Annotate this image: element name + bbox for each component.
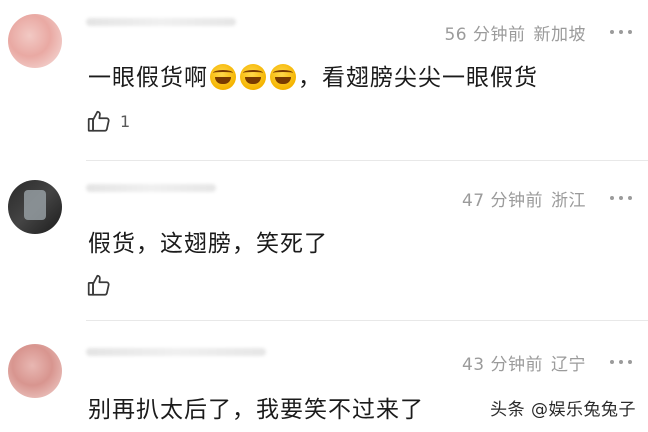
rolling-on-floor-laughing-emoji — [240, 64, 266, 90]
avatar[interactable] — [8, 14, 62, 68]
like-button[interactable] — [86, 272, 112, 298]
more-options-icon[interactable] — [610, 359, 632, 365]
comment-text: 一眼假货啊 ，看翅膀尖尖一眼假货 — [88, 64, 538, 91]
divider — [86, 160, 648, 161]
comment-meta: 56 分钟前 新加坡 — [444, 20, 586, 45]
comment-time: 56 分钟前 — [444, 25, 526, 45]
comment-location: 新加坡 — [533, 25, 586, 45]
username-blurred[interactable] — [86, 184, 216, 192]
thumbs-up-icon — [87, 274, 110, 296]
comment-time: 47 分钟前 — [461, 191, 543, 211]
thumbs-up-icon — [87, 110, 110, 132]
more-options-icon[interactable] — [610, 195, 632, 201]
comment-meta: 43 分钟前 辽宁 — [462, 350, 586, 375]
divider — [86, 320, 648, 321]
rolling-on-floor-laughing-emoji — [270, 64, 296, 90]
avatar[interactable] — [8, 344, 62, 398]
comment-text: 别再扒太后了，我要笑不过来了 — [88, 397, 424, 423]
more-options-icon[interactable] — [610, 29, 632, 35]
comment-meta: 47 分钟前 浙江 — [462, 186, 586, 211]
username-blurred[interactable] — [86, 348, 266, 356]
rolling-on-floor-laughing-emoji — [210, 64, 236, 90]
comment-location: 浙江 — [551, 191, 586, 211]
like-count: 1 — [120, 111, 131, 131]
avatar[interactable] — [8, 180, 62, 234]
watermark: 头条 @娱乐兔兔子 — [490, 400, 636, 420]
comment-location: 辽宁 — [551, 355, 586, 375]
comment-text: 假货，这翅膀，笑死了 — [88, 231, 328, 257]
like-button[interactable]: 1 — [86, 108, 130, 134]
comment-time: 43 分钟前 — [461, 355, 543, 375]
username-blurred[interactable] — [86, 18, 236, 26]
